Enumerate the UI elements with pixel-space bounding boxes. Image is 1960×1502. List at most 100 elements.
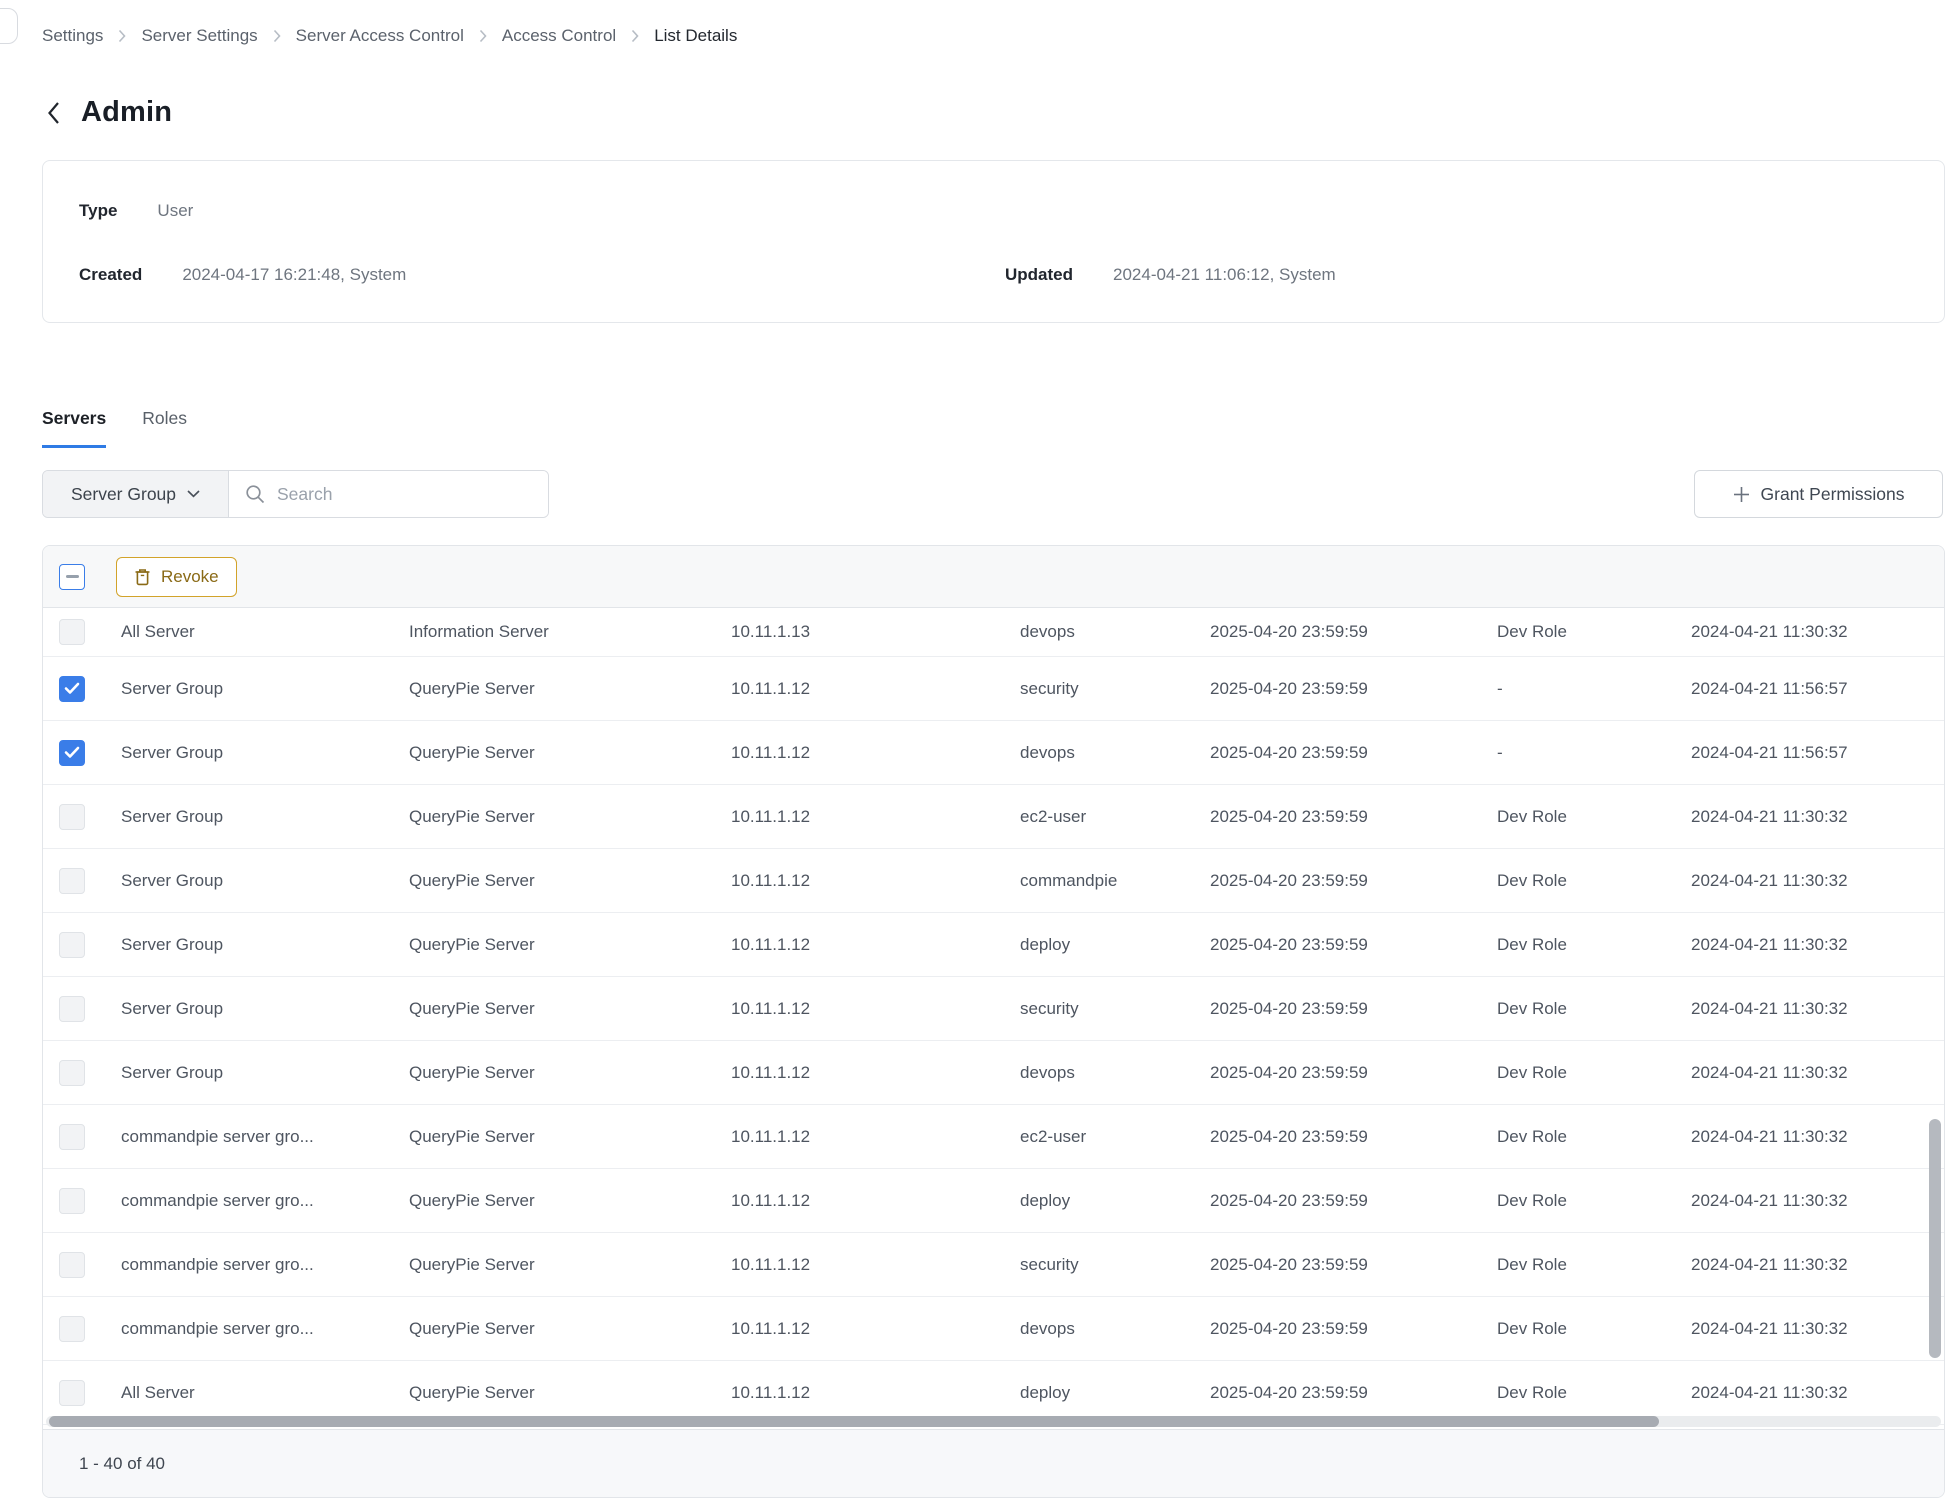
revoke-button[interactable]: Revoke (116, 557, 237, 597)
cell-expires: 2025-04-20 23:59:59 (1210, 1383, 1497, 1403)
table-toolbar: Revoke (43, 546, 1944, 608)
cell-server: QueryPie Server (409, 935, 731, 955)
row-checkbox[interactable] (59, 1252, 85, 1278)
table-footer: 1 - 40 of 40 (43, 1429, 1944, 1497)
tab-bar: Servers Roles (42, 408, 187, 448)
row-checkbox[interactable] (59, 1380, 85, 1406)
table-row: commandpie server gro...QueryPie Server1… (43, 1169, 1944, 1233)
select-all-checkbox[interactable] (59, 564, 85, 590)
trash-icon (134, 568, 151, 586)
cell-role: Dev Role (1497, 935, 1691, 955)
row-checkbox[interactable] (59, 996, 85, 1022)
breadcrumb-item-access-control[interactable]: Access Control (502, 26, 616, 46)
tab-servers[interactable]: Servers (42, 408, 106, 448)
vertical-scrollbar-thumb[interactable] (1929, 1119, 1941, 1358)
page-title: Admin (81, 96, 172, 129)
cell-group: All Server (121, 622, 409, 642)
chevron-right-icon (479, 29, 487, 43)
chevron-down-icon (187, 490, 200, 498)
cell-role: Dev Role (1497, 622, 1691, 642)
server-group-dropdown[interactable]: Server Group (43, 471, 229, 517)
page-title-row: Admin (46, 96, 172, 129)
cell-group: Server Group (121, 807, 409, 827)
chevron-right-icon (273, 29, 281, 43)
cell-granted: 2024-04-21 11:30:32 (1691, 1255, 1896, 1275)
cell-role: Dev Role (1497, 999, 1691, 1019)
cell-granted: 2024-04-21 11:30:32 (1691, 1319, 1896, 1339)
cell-expires: 2025-04-20 23:59:59 (1210, 1063, 1497, 1083)
grant-permissions-button[interactable]: Grant Permissions (1694, 470, 1943, 518)
cell-account: deploy (1020, 1383, 1210, 1403)
table-row: All ServerInformation Server10.11.1.13de… (43, 608, 1944, 657)
row-checkbox-cell (43, 996, 121, 1022)
cell-group: All Server (121, 1383, 409, 1403)
breadcrumb-item-server-access-control[interactable]: Server Access Control (296, 26, 464, 46)
table-row: Server GroupQueryPie Server10.11.1.12dev… (43, 1041, 1944, 1105)
search-box (229, 471, 548, 517)
horizontal-scrollbar-thumb[interactable] (49, 1416, 1659, 1427)
cell-role: Dev Role (1497, 1127, 1691, 1147)
created-value: 2024-04-17 16:21:48, System (182, 265, 406, 285)
row-checkbox-checked[interactable] (59, 676, 85, 702)
row-checkbox[interactable] (59, 868, 85, 894)
chevron-right-icon (118, 29, 126, 43)
row-checkbox[interactable] (59, 1060, 85, 1086)
info-card: Type User Created 2024-04-17 16:21:48, S… (42, 160, 1945, 323)
tab-roles[interactable]: Roles (142, 408, 187, 448)
table-row: commandpie server gro...QueryPie Server1… (43, 1297, 1944, 1361)
horizontal-scrollbar[interactable] (46, 1416, 1941, 1427)
cell-ip: 10.11.1.12 (731, 935, 1020, 955)
cell-ip: 10.11.1.13 (731, 622, 1020, 642)
page: Settings Server Settings Server Access C… (0, 0, 1960, 1502)
cell-server: QueryPie Server (409, 1255, 731, 1275)
updated-label: Updated (1005, 265, 1073, 285)
cell-granted: 2024-04-21 11:56:57 (1691, 743, 1896, 763)
breadcrumb-item-server-settings[interactable]: Server Settings (141, 26, 257, 46)
cell-group: Server Group (121, 871, 409, 891)
cell-server: QueryPie Server (409, 743, 731, 763)
cell-role: Dev Role (1497, 1255, 1691, 1275)
cell-account: ec2-user (1020, 1127, 1210, 1147)
grant-permissions-label: Grant Permissions (1761, 484, 1905, 505)
search-input[interactable] (277, 471, 548, 517)
row-checkbox[interactable] (59, 1124, 85, 1150)
row-checkbox-cell (43, 619, 121, 645)
cell-account: commandpie (1020, 871, 1210, 891)
row-checkbox[interactable] (59, 1188, 85, 1214)
row-checkbox[interactable] (59, 804, 85, 830)
breadcrumb-item-settings[interactable]: Settings (42, 26, 103, 46)
server-group-dropdown-label: Server Group (71, 484, 176, 505)
row-checkbox-checked[interactable] (59, 740, 85, 766)
updated-field: Updated 2024-04-21 11:06:12, System (1005, 265, 1336, 285)
cell-ip: 10.11.1.12 (731, 1127, 1020, 1147)
side-panel-edge[interactable] (0, 8, 18, 44)
cell-group: commandpie server gro... (121, 1127, 409, 1147)
row-checkbox[interactable] (59, 619, 85, 645)
plus-icon (1733, 486, 1750, 503)
cell-expires: 2025-04-20 23:59:59 (1210, 1127, 1497, 1147)
row-checkbox-cell (43, 1124, 121, 1150)
row-checkbox[interactable] (59, 1316, 85, 1342)
row-checkbox-cell (43, 1380, 121, 1406)
cell-group: Server Group (121, 935, 409, 955)
cell-server: Information Server (409, 622, 731, 642)
row-checkbox[interactable] (59, 932, 85, 958)
cell-expires: 2025-04-20 23:59:59 (1210, 1255, 1497, 1275)
cell-role: Dev Role (1497, 1191, 1691, 1211)
cell-server: QueryPie Server (409, 871, 731, 891)
cell-role: - (1497, 679, 1691, 699)
cell-expires: 2025-04-20 23:59:59 (1210, 871, 1497, 891)
cell-account: devops (1020, 1319, 1210, 1339)
cell-server: QueryPie Server (409, 1319, 731, 1339)
cell-group: commandpie server gro... (121, 1319, 409, 1339)
cell-ip: 10.11.1.12 (731, 1063, 1020, 1083)
cell-expires: 2025-04-20 23:59:59 (1210, 807, 1497, 827)
permissions-table: Revoke All ServerInformation Server10.11… (42, 545, 1945, 1498)
back-button[interactable] (46, 100, 61, 126)
cell-role: Dev Role (1497, 1319, 1691, 1339)
cell-account: devops (1020, 622, 1210, 642)
row-checkbox-cell (43, 932, 121, 958)
cell-server: QueryPie Server (409, 1191, 731, 1211)
type-value: User (157, 201, 193, 221)
cell-ip: 10.11.1.12 (731, 1383, 1020, 1403)
